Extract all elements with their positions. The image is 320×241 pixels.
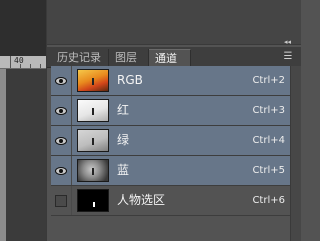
panel-dock-header xyxy=(47,0,301,44)
visibility-toggle[interactable] xyxy=(51,126,72,155)
channel-shortcut: Ctrl+2 xyxy=(252,75,285,86)
tab-history[interactable]: 历史记录 xyxy=(51,49,109,67)
channel-thumbnail xyxy=(77,189,109,212)
panel-menu-icon[interactable]: ☰ xyxy=(281,50,295,64)
eye-icon xyxy=(55,166,67,175)
hidden-visibility-box xyxy=(55,194,67,207)
visibility-toggle[interactable] xyxy=(51,186,72,215)
channel-name: 绿 xyxy=(117,133,130,147)
panel-tab-bar: 历史记录 图层 通道 ☰ xyxy=(47,47,301,68)
tab-channels[interactable]: 通道 xyxy=(149,49,191,67)
options-bar-area xyxy=(0,0,46,57)
channel-row-selection-mask[interactable]: 人物选区 Ctrl+6 xyxy=(51,186,291,216)
panel-scrollbar[interactable] xyxy=(290,66,301,241)
collapse-panel-icon[interactable]: ◂◂ xyxy=(284,38,291,46)
tab-layers-label: 图层 xyxy=(115,51,137,64)
channel-shortcut: Ctrl+3 xyxy=(252,105,285,116)
document-canvas[interactable] xyxy=(6,69,46,241)
tab-channels-label: 通道 xyxy=(155,52,177,65)
panel-divider xyxy=(47,44,301,45)
tab-layers[interactable]: 图层 xyxy=(109,49,149,67)
channel-shortcut: Ctrl+4 xyxy=(252,135,285,146)
channel-row-blue[interactable]: 蓝 Ctrl+5 xyxy=(51,156,291,186)
channel-thumbnail xyxy=(77,99,109,122)
channel-shortcut: Ctrl+5 xyxy=(252,165,285,176)
channel-name: RGB xyxy=(117,73,143,87)
channel-shortcut: Ctrl+6 xyxy=(252,195,285,206)
visibility-toggle[interactable] xyxy=(51,66,72,95)
ruler-label: 40 xyxy=(14,56,24,65)
channel-thumbnail xyxy=(77,69,109,92)
channel-thumbnail xyxy=(77,159,109,182)
channel-name: 人物选区 xyxy=(117,193,166,207)
channels-panel: ◂◂ 历史记录 图层 通道 ☰ RGB Ctrl+2 红 Ctrl+3 绿 Ct… xyxy=(46,0,301,241)
channels-list: RGB Ctrl+2 红 Ctrl+3 绿 Ctrl+4 蓝 Ctrl+5 人物… xyxy=(51,66,291,216)
document-canvas-area: 40 xyxy=(0,0,46,241)
channel-name: 蓝 xyxy=(117,163,130,177)
channel-row-red[interactable]: 红 Ctrl+3 xyxy=(51,96,291,126)
tab-history-label: 历史记录 xyxy=(57,51,101,64)
eye-icon xyxy=(55,136,67,145)
visibility-toggle[interactable] xyxy=(51,156,72,185)
channel-thumbnail xyxy=(77,129,109,152)
eye-icon xyxy=(55,76,67,85)
visibility-toggle[interactable] xyxy=(51,96,72,125)
channel-name: 红 xyxy=(117,103,130,117)
channel-row-rgb[interactable]: RGB Ctrl+2 xyxy=(51,66,291,96)
channel-row-green[interactable]: 绿 Ctrl+4 xyxy=(51,126,291,156)
horizontal-ruler: 40 xyxy=(0,56,46,69)
eye-icon xyxy=(55,106,67,115)
